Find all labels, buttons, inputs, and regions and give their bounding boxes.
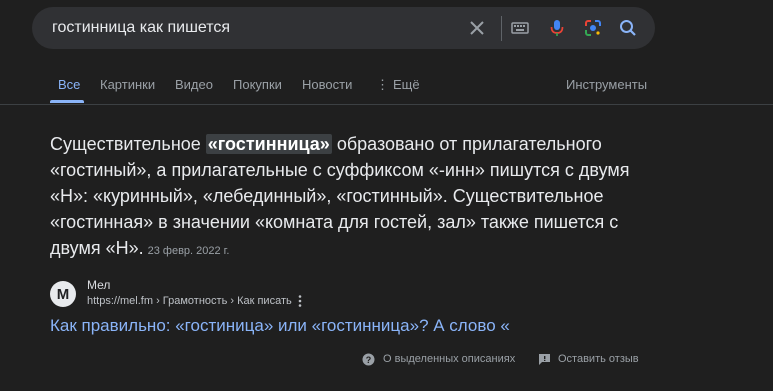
result-title-link[interactable]: Как правильно: «гостиница» или «гостинни… — [50, 316, 510, 336]
tab-more[interactable]: ⋮ Ещё — [376, 77, 420, 93]
help-icon[interactable]: ? — [362, 353, 375, 366]
site-favicon[interactable]: М — [50, 281, 76, 307]
keyboard-icon[interactable] — [510, 18, 530, 38]
about-snippets-link[interactable]: О выделенных описаниях — [383, 353, 515, 365]
featured-snippet: Существительное «гостинница» образовано … — [50, 131, 630, 264]
snippet-highlight: «гостинница» — [205, 134, 332, 154]
site-name[interactable]: Мел — [87, 278, 110, 292]
svg-text:?: ? — [366, 355, 372, 365]
feedback-icon[interactable] — [538, 353, 551, 366]
more-options-icon[interactable] — [294, 294, 306, 308]
tab-video[interactable]: Видео — [175, 77, 213, 92]
snippet-date: 23 февр. 2022 г. — [147, 245, 230, 257]
microphone-icon[interactable] — [547, 18, 567, 38]
tab-more-label: Ещё — [393, 77, 420, 92]
tools-button[interactable]: Инструменты — [566, 77, 647, 92]
tab-shopping[interactable]: Покупки — [233, 77, 282, 92]
search-divider — [501, 16, 502, 41]
tab-images[interactable]: Картинки — [100, 77, 155, 92]
favicon-letter: М — [56, 285, 70, 303]
tab-all[interactable]: Все — [58, 77, 80, 92]
active-tab-indicator — [50, 100, 84, 103]
tab-news[interactable]: Новости — [302, 77, 352, 92]
snippet-text-before: Существительное — [50, 134, 206, 154]
close-icon[interactable] — [467, 18, 487, 38]
search-bar[interactable]: гостинница как пишется — [32, 7, 655, 49]
tabs-divider — [0, 104, 773, 105]
more-vert-icon: ⋮ — [376, 77, 389, 92]
search-icon[interactable] — [618, 18, 638, 38]
search-tabs: Все Картинки Видео Покупки Новости ⋮ Ещё … — [0, 70, 773, 104]
feedback-link[interactable]: Оставить отзыв — [558, 353, 639, 365]
lens-icon[interactable] — [583, 18, 603, 38]
search-input[interactable]: гостинница как пишется — [52, 19, 230, 37]
site-url[interactable]: https://mel.fm › Грамотность › Как писат… — [87, 295, 292, 307]
